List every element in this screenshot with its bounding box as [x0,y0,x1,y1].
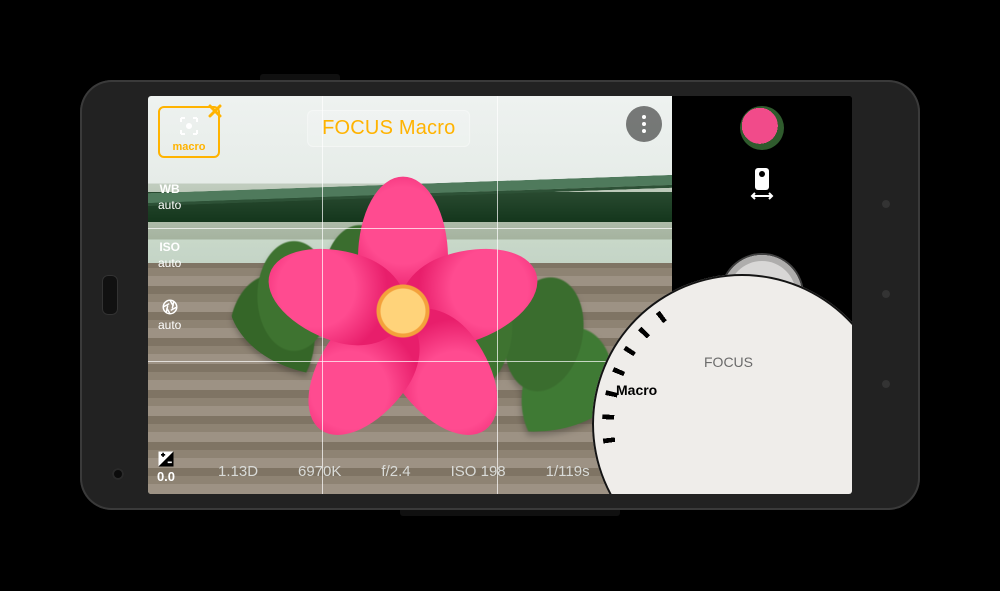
iso-label: ISO [159,240,180,254]
nav-dot [882,290,890,298]
iso-button[interactable]: ISO auto [158,240,181,270]
phone-earpiece [102,275,118,315]
white-balance-value: auto [158,198,181,212]
focus-dial[interactable]: Macro FOCUS [592,274,852,494]
more-vertical-icon [642,115,646,133]
controls-panel: Macro FOCUS [672,96,852,494]
phone-power-button [260,74,340,80]
phone-frame: macro FOCUS Macro WB auto [80,80,920,510]
focus-mode-chip[interactable]: macro [158,106,220,158]
mode-column: WB auto ISO auto a [158,182,181,332]
dial-face: Macro FOCUS [592,274,852,494]
exif-temp: 6970K [298,463,341,480]
focus-mode-label: macro [160,141,218,153]
dial-label-secondary: FOCUS [704,354,753,370]
exposure-comp-icon [156,449,176,469]
exif-aperture: f/2.4 [381,463,410,480]
focus-banner: FOCUS Macro [307,110,470,147]
exif-iso: ISO 198 [451,463,506,480]
exif-distance: 1.13D [218,463,258,480]
phone-front-camera [112,468,124,480]
dial-label-selected: Macro [616,382,657,398]
close-icon[interactable] [208,104,222,118]
phone-volume-button [400,510,620,516]
focus-icon [177,114,201,138]
white-balance-button[interactable]: WB auto [158,182,181,212]
more-menu-button[interactable] [626,106,662,142]
nav-dot [882,200,890,208]
aperture-value: auto [158,318,181,332]
exposure-comp-button[interactable]: 0.0 [156,449,176,484]
exposure-comp-value: 0.0 [157,469,175,484]
aperture-button[interactable]: auto [158,298,181,332]
switch-camera-button[interactable] [748,166,776,200]
exif-shutter: 1/119s [546,463,590,480]
aperture-icon [161,298,179,316]
white-balance-label: WB [160,182,180,196]
iso-value: auto [158,256,181,270]
switch-camera-icon [748,166,776,200]
nav-dot [882,380,890,388]
gallery-thumbnail[interactable] [740,106,784,150]
screen: macro FOCUS Macro WB auto [148,96,852,494]
